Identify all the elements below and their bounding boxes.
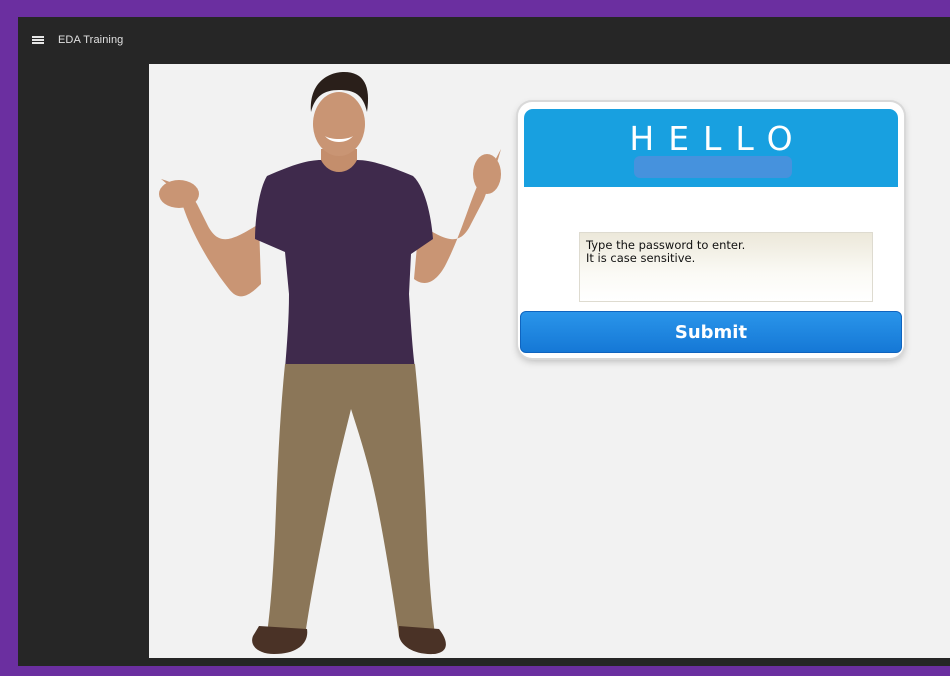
- slide-canvas: HELLO Submit: [149, 64, 950, 658]
- submit-button[interactable]: Submit: [520, 311, 902, 353]
- app-window: EDA Training HELLO Type the password to …: [18, 17, 950, 666]
- password-input[interactable]: [579, 232, 873, 302]
- name-tag-header: HELLO: [524, 109, 898, 187]
- name-tag-card: HELLO Submit: [518, 102, 904, 358]
- hamburger-menu-icon[interactable]: [18, 17, 58, 63]
- hello-heading: HELLO: [629, 119, 807, 158]
- presenter-image: [159, 72, 501, 655]
- app-title: EDA Training: [58, 34, 124, 46]
- top-bar: EDA Training: [18, 17, 950, 63]
- name-bar: [634, 156, 792, 178]
